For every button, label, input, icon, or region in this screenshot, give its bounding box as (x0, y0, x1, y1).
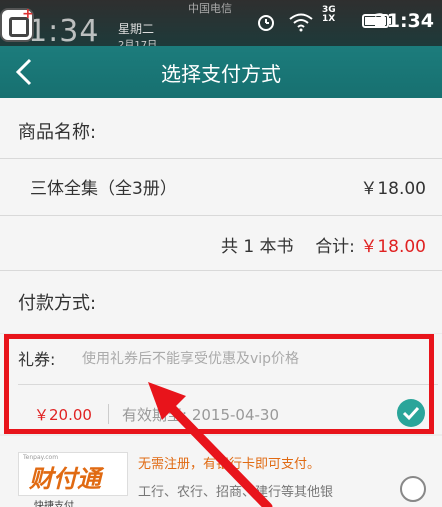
tenpay-logo: Tenpay.com 财付通 (18, 452, 128, 496)
network-1x: 1X (322, 14, 336, 24)
payment-label-section: 付款方式: (0, 271, 442, 333)
order-summary: 共 1 本书 合计: ￥18.00 (221, 232, 426, 257)
app-shortcut-icon[interactable] (0, 6, 34, 42)
alarm-icon (258, 15, 274, 31)
book-count: 共 1 本书 (220, 237, 294, 257)
network-type: 3G 1X (322, 6, 336, 24)
weekday-label: 星期二 (118, 22, 155, 36)
status-time: 21:34 (373, 10, 434, 32)
product-price: ￥18.00 (360, 179, 426, 199)
status-bar: 21:34 星期二 2月17日 中国电信 3G 1X 21:34 (0, 0, 442, 51)
total-amount: ￥18.00 (360, 237, 426, 257)
page-title: 选择支付方式 (161, 62, 281, 86)
payment-label: 付款方式: (18, 293, 97, 314)
tenpay-logo-text: 财付通 (29, 465, 101, 493)
wifi-icon (289, 13, 313, 32)
tenpay-description: 工行、农行、招商、建行等其他银 (138, 485, 334, 500)
product-name: 三体全集（全3册） (30, 179, 177, 199)
tenpay-subtitle: 快捷支付 (34, 501, 74, 507)
product-label-section: 商品名称: (0, 98, 442, 158)
title-bar: 选择支付方式 (0, 46, 442, 98)
tenpay-promo: 无需注册，有银行卡即可支付。 (138, 457, 321, 472)
tenpay-radio[interactable] (400, 476, 426, 502)
product-label: 商品名称: (18, 122, 97, 143)
total-label: 合计: (315, 237, 355, 257)
carrier-label: 中国电信 (188, 2, 232, 15)
highlight-annotation-box (4, 334, 434, 434)
